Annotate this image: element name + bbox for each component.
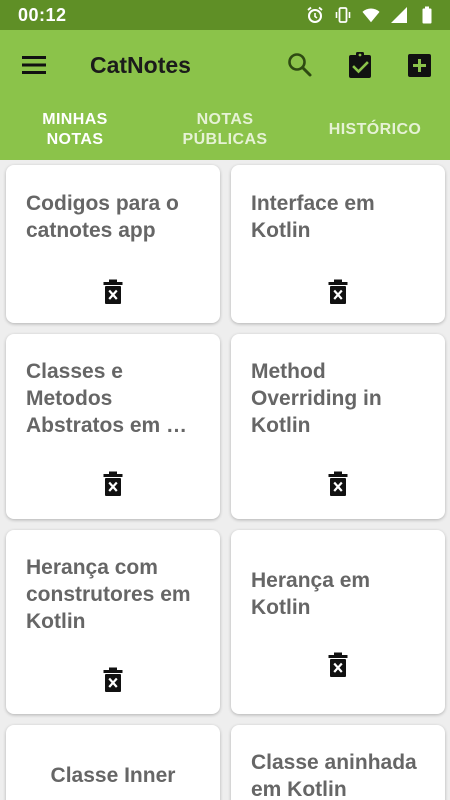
note-title: Classe aninhada em Kotlin [251, 751, 417, 800]
note-title: Codigos para o catnotes app [26, 192, 179, 242]
delete-button[interactable] [328, 471, 348, 497]
trash-icon [328, 471, 348, 496]
status-icons [306, 6, 436, 24]
note-title: Method Overriding in Kotlin [251, 360, 382, 437]
note-card[interactable]: Interface em Kotlin [231, 165, 445, 323]
tab-bar: MINHAS NOTAS NOTAS PÚBLICAS HISTÓRICO [0, 100, 450, 160]
note-card[interactable]: Method Overriding in Kotlin [231, 334, 445, 519]
delete-button[interactable] [328, 279, 348, 305]
status-time: 00:12 [18, 5, 67, 25]
battery-icon [418, 6, 436, 24]
note-card[interactable]: Codigos para o catnotes app [6, 165, 220, 323]
note-card[interactable]: Classe aninhada em Kotlin [231, 725, 445, 800]
add-note-button[interactable] [405, 51, 435, 81]
app-bar: CatNotes [0, 30, 450, 100]
note-title: Herança com construtores em Kotlin [26, 556, 191, 633]
note-card[interactable]: Herança em Kotlin [231, 530, 445, 714]
trash-icon [103, 279, 123, 304]
delete-button[interactable] [103, 471, 123, 497]
wifi-icon [362, 6, 380, 24]
plus-box-icon [408, 54, 431, 77]
tab-minhas-notas[interactable]: MINHAS NOTAS [0, 100, 150, 160]
menu-icon [22, 56, 46, 74]
note-card[interactable]: Classes e Metodos Abstratos em … [6, 334, 220, 519]
note-title: Classe Inner [50, 764, 176, 787]
alarm-icon [306, 6, 324, 24]
search-icon [288, 53, 312, 77]
tab-label: HISTÓRICO [328, 121, 422, 138]
trash-icon [328, 652, 348, 677]
note-card[interactable]: Herança com construtores em Kotlin [6, 530, 220, 714]
tab-notas-publicas[interactable]: NOTAS PÚBLICAS [150, 100, 300, 160]
note-title: Interface em Kotlin [251, 192, 375, 242]
trash-icon [103, 471, 123, 496]
menu-button[interactable] [20, 52, 50, 78]
app-title: CatNotes [90, 52, 191, 78]
trash-icon [328, 279, 348, 304]
search-button[interactable] [285, 50, 315, 80]
delete-button[interactable] [103, 667, 123, 693]
trash-icon [103, 667, 123, 692]
tab-label: NOTAS PÚBLICAS [182, 111, 268, 148]
clipboard-check-button[interactable] [345, 50, 375, 80]
status-bar: 00:12 [0, 0, 450, 30]
delete-button[interactable] [103, 279, 123, 305]
note-title: Herança em Kotlin [251, 569, 371, 619]
note-title: Classes e Metodos Abstratos em … [26, 360, 188, 437]
signal-icon [390, 6, 408, 24]
note-card[interactable]: Classe Inner [6, 725, 220, 800]
tab-historico[interactable]: HISTÓRICO [300, 100, 450, 160]
delete-button[interactable] [328, 652, 348, 678]
tab-label: MINHAS NOTAS [42, 111, 108, 148]
clipboard-check-icon [349, 52, 371, 78]
vibrate-icon [334, 6, 352, 24]
notes-grid: Codigos para o catnotes app Interface em… [0, 160, 450, 800]
